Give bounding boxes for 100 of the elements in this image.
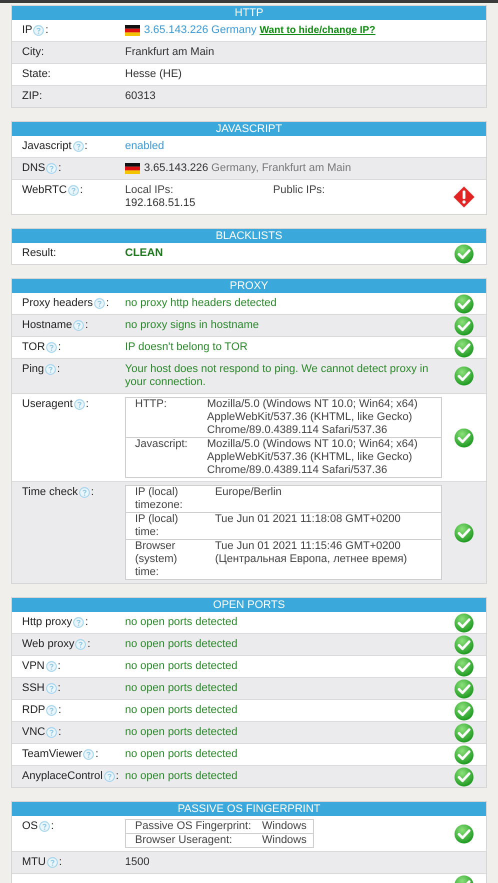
row-value: no open ports detected — [125, 704, 238, 716]
table-value: Windows — [262, 820, 308, 833]
row-label: IP — [22, 24, 32, 37]
help-icon[interactable] — [83, 749, 94, 760]
hide-ip-link[interactable]: Want to hide/change IP? — [260, 25, 376, 36]
label-colon: : — [58, 704, 62, 717]
row-value: 1500 — [125, 856, 150, 868]
row-label: TOR — [22, 341, 46, 354]
section-header: OPEN PORTS — [12, 598, 486, 612]
row-label: ZIP: — [22, 90, 42, 103]
row-value: CLEAN — [125, 247, 163, 259]
row-value: no open ports detected — [125, 616, 238, 628]
row-label: Javascript — [22, 140, 72, 153]
label-colon: : — [106, 297, 109, 310]
help-icon[interactable] — [45, 364, 56, 375]
help-icon[interactable] — [78, 487, 90, 498]
row-value: Hesse (HE) — [125, 68, 182, 80]
row-label: State: — [22, 68, 51, 81]
table-value: Windows — [262, 834, 308, 847]
label-colon: : — [57, 363, 60, 376]
help-icon[interactable] — [46, 857, 58, 868]
row-label: Useragent — [22, 398, 73, 411]
row-label: RDP — [22, 704, 46, 717]
row-label: Time check — [22, 486, 78, 499]
label-colon: : — [85, 616, 88, 629]
row-value: no open ports detected — [125, 770, 238, 782]
table-value: Tue Jun 01 2021 11:15:46 GMT+0200 (Центральная Европа, летнее время) — [215, 540, 408, 567]
row-label: SSH — [22, 682, 45, 695]
label-colon: : — [95, 748, 98, 761]
table-value: Tue Jun 01 2021 11:18:08 GMT+0200 — [215, 513, 402, 527]
row-label: MTU — [22, 856, 46, 869]
label-colon: : — [58, 162, 62, 175]
column-heading: Public IPs: — [273, 184, 326, 197]
row-label: Hostname — [22, 319, 72, 332]
help-icon[interactable] — [73, 320, 84, 331]
table-key: Browser Useragent: — [135, 834, 262, 847]
row-label: AnyplaceControl — [22, 770, 103, 783]
help-icon[interactable] — [46, 661, 57, 672]
label-colon: : — [45, 24, 48, 37]
help-icon[interactable] — [94, 298, 105, 309]
label-colon: : — [87, 638, 90, 651]
row-label: Web proxy — [22, 638, 74, 651]
table-value: Mozilla/5.0 (Windows NT 10.0; Win64; x64) AppleWebKit/537.36 (KHTML, like Gecko) Chrome/89.0.4389.114 Safari/537.36 — [207, 398, 419, 437]
row-value: Your host does not respond to ping. We cannot detect proxy in your connection. — [125, 363, 428, 388]
row-label: Proxy headers — [22, 297, 93, 310]
help-icon[interactable] — [33, 25, 44, 36]
table-key: HTTP: — [135, 398, 207, 411]
table-value: Europe/Berlin — [215, 486, 283, 500]
column-heading: Local IPs: — [125, 184, 174, 197]
table-key: Passive OS Fingerprint: — [135, 820, 262, 833]
label-colon: : — [84, 140, 88, 153]
row-value: 60313 — [125, 90, 156, 102]
help-icon[interactable] — [46, 163, 58, 174]
label-colon: : — [58, 682, 61, 695]
row-value: 3.65.143.226 — [144, 162, 208, 174]
row-value: no open ports detected — [125, 660, 238, 672]
label-colon: : — [58, 660, 61, 673]
row-label: OS — [22, 820, 38, 833]
help-icon[interactable] — [73, 617, 84, 628]
row-label: Result: — [22, 247, 56, 260]
section-header: PASSIVE OS FINGERPRINT — [12, 802, 486, 816]
row-value: no open ports detected — [125, 748, 238, 760]
row-value: IP doesn't belong to TOR — [125, 341, 248, 353]
section-header: PROXY — [12, 279, 486, 293]
row-value: Germany, Frankfurt am Main — [211, 162, 352, 174]
row-label: VNC — [22, 726, 46, 739]
section-header: HTTP — [12, 6, 486, 20]
row-value: no open ports detected — [125, 682, 238, 694]
row-label: DNS — [22, 162, 46, 175]
row-label: Ping — [22, 363, 44, 376]
help-icon[interactable] — [46, 727, 58, 738]
help-icon[interactable] — [104, 771, 115, 782]
section-header: BLACKLISTS — [12, 229, 486, 243]
help-icon[interactable] — [74, 399, 85, 410]
row-value: Frankfurt am Main — [125, 46, 214, 58]
help-icon[interactable] — [46, 705, 58, 716]
table-key: Browser (system) time: — [135, 540, 197, 579]
row-value: no open ports detected — [125, 726, 238, 738]
row-value: enabled — [125, 140, 164, 152]
help-icon[interactable] — [75, 639, 86, 650]
label-colon: : — [86, 398, 89, 411]
row-label: WebRTC — [22, 184, 67, 197]
help-icon[interactable] — [46, 683, 57, 694]
row-value: 3.65.143.226 Germany — [144, 24, 257, 36]
help-icon[interactable] — [46, 342, 58, 353]
label-colon: : — [90, 486, 94, 499]
row-label: VPN — [22, 660, 45, 673]
label-colon: : — [80, 184, 83, 197]
help-icon[interactable] — [38, 821, 50, 832]
row-value: no proxy http headers detected — [125, 297, 277, 309]
section-header: JAVASCRIPT — [12, 122, 486, 136]
row-value: no open ports detected — [125, 638, 238, 650]
table-key: Javascript: — [135, 438, 207, 451]
row-label: Http proxy — [22, 616, 72, 629]
help-icon[interactable] — [68, 185, 79, 196]
label-colon: : — [58, 856, 62, 869]
table-key: IP (local) time: — [135, 513, 197, 539]
help-icon[interactable] — [72, 141, 84, 152]
label-colon: : — [58, 341, 62, 354]
label-colon: : — [50, 820, 54, 833]
